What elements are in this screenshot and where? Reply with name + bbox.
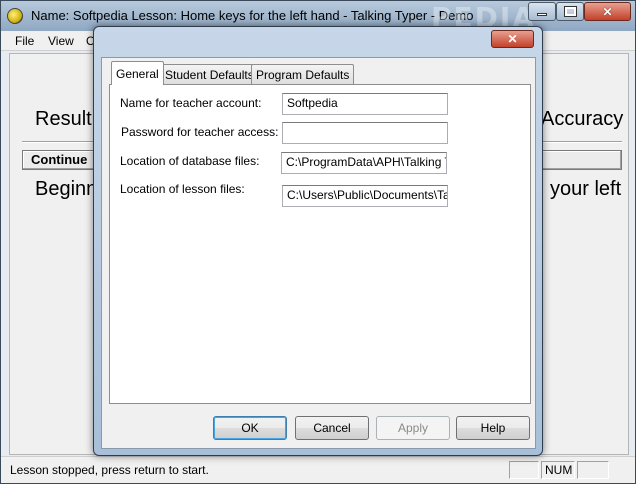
tab-student-defaults[interactable]: Student Defaults bbox=[160, 64, 259, 84]
options-dialog: ✕ General Student Defaults Program Defau… bbox=[93, 26, 543, 456]
status-pane-empty-2 bbox=[577, 461, 609, 479]
teacher-password-label: Password for teacher access: bbox=[121, 125, 279, 139]
close-icon: ✕ bbox=[602, 4, 613, 19]
teacher-password-field[interactable] bbox=[282, 122, 448, 144]
apply-button[interactable]: Apply bbox=[376, 416, 450, 440]
help-button[interactable]: Help bbox=[456, 416, 530, 440]
lesson-location-label: Location of lesson files: bbox=[120, 182, 245, 196]
database-location-field[interactable]: C:\ProgramData\APH\Talking Typ bbox=[281, 152, 447, 174]
menu-file[interactable]: File bbox=[15, 34, 34, 48]
accuracy-heading: Accuracy bbox=[541, 108, 624, 130]
tab-program-defaults[interactable]: Program Defaults bbox=[251, 64, 355, 84]
teacher-name-label: Name for teacher account: bbox=[120, 96, 262, 110]
cancel-button[interactable]: Cancel bbox=[295, 416, 369, 440]
database-location-label: Location of database files: bbox=[120, 154, 260, 168]
teacher-name-field[interactable]: Softpedia bbox=[282, 93, 448, 115]
status-message: Lesson stopped, press return to start. bbox=[10, 463, 209, 477]
minimize-button[interactable] bbox=[528, 2, 556, 21]
dialog-body: General Student Defaults Program Default… bbox=[101, 57, 536, 449]
general-tab-panel: Name for teacher account: Softpedia Pass… bbox=[109, 84, 531, 404]
lesson-text-right: your left bbox=[550, 178, 622, 200]
results-heading: Result bbox=[35, 108, 92, 130]
maximize-icon bbox=[563, 6, 577, 17]
close-button[interactable]: ✕ bbox=[584, 2, 631, 21]
app-icon[interactable] bbox=[7, 8, 23, 24]
menu-view[interactable]: View bbox=[48, 34, 74, 48]
maximize-button[interactable] bbox=[556, 2, 584, 21]
minimize-icon bbox=[537, 13, 547, 16]
status-bar: Lesson stopped, press return to start. N… bbox=[1, 456, 635, 483]
ok-button[interactable]: OK bbox=[213, 416, 287, 440]
dialog-close-button[interactable]: ✕ bbox=[491, 30, 534, 48]
lesson-text-left: Beginn bbox=[35, 178, 98, 200]
close-icon: ✕ bbox=[507, 32, 518, 46]
status-pane-empty bbox=[509, 461, 539, 479]
tab-general[interactable]: General bbox=[111, 61, 164, 85]
lesson-location-field[interactable]: C:\Users\Public\Documents\Talki bbox=[282, 185, 448, 207]
window-title: Name: Softpedia Lesson: Home keys for th… bbox=[31, 8, 474, 23]
num-lock-indicator: NUM bbox=[541, 461, 575, 479]
